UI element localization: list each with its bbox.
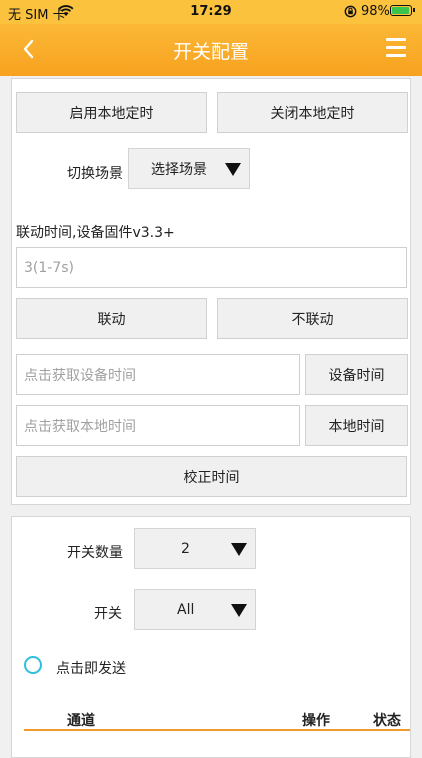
scene-label: 切换场景: [67, 166, 123, 182]
switch-select-value: All: [177, 601, 195, 618]
table-header-channel: 通道: [67, 713, 95, 729]
table-header-divider: [24, 729, 410, 731]
status-time: 17:29: [190, 4, 232, 19]
switch-count-value: 2: [181, 540, 190, 557]
battery-charging-icon: [390, 5, 415, 16]
page-title: 开关配置: [172, 41, 249, 63]
switch-count-select[interactable]: 2: [134, 528, 256, 569]
dropdown-arrow-icon: [231, 603, 247, 617]
switch-config-panel: 开关数量 2 开关 All 点击即发送 通道 操作 状态: [11, 516, 411, 758]
nav-bar: 开关配置: [0, 24, 422, 76]
scene-select-value: 选择场景: [151, 161, 207, 178]
status-bar: 无 SIM 卡 17:29 98%: [0, 0, 422, 24]
device-time-input[interactable]: 点击获取设备时间: [16, 354, 300, 395]
linkage-time-input[interactable]: 3(1-7s): [16, 247, 407, 288]
dropdown-arrow-icon: [225, 162, 241, 176]
dropdown-arrow-icon: [231, 542, 247, 556]
time-settings-panel: 启用本地定时 关闭本地定时 切换场景 选择场景 联动时间,设备固件v3.3+ 3…: [11, 78, 411, 505]
local-time-button[interactable]: 本地时间: [305, 405, 408, 446]
switch-label: 开关: [94, 606, 122, 622]
send-on-click-label: 点击即发送: [56, 661, 126, 677]
table-header-status: 状态: [373, 713, 401, 729]
calibrate-time-button[interactable]: 校正时间: [16, 456, 407, 497]
hamburger-menu-icon[interactable]: [386, 38, 406, 58]
disable-local-timer-button[interactable]: 关闭本地定时: [217, 92, 408, 133]
switch-select[interactable]: All: [134, 589, 256, 630]
battery-percent: 98%: [361, 4, 390, 19]
send-on-click-radio[interactable]: [24, 656, 42, 674]
linkage-time-label: 联动时间,设备固件v3.3+: [16, 225, 175, 241]
unlink-button[interactable]: 不联动: [217, 298, 408, 339]
scene-select[interactable]: 选择场景: [128, 148, 250, 189]
link-button[interactable]: 联动: [16, 298, 207, 339]
local-time-input[interactable]: 点击获取本地时间: [16, 405, 300, 446]
table-header-action: 操作: [302, 713, 330, 729]
switch-count-label: 开关数量: [67, 545, 123, 561]
orientation-lock-icon: [344, 5, 357, 18]
device-time-button[interactable]: 设备时间: [305, 354, 408, 395]
enable-local-timer-button[interactable]: 启用本地定时: [16, 92, 207, 133]
